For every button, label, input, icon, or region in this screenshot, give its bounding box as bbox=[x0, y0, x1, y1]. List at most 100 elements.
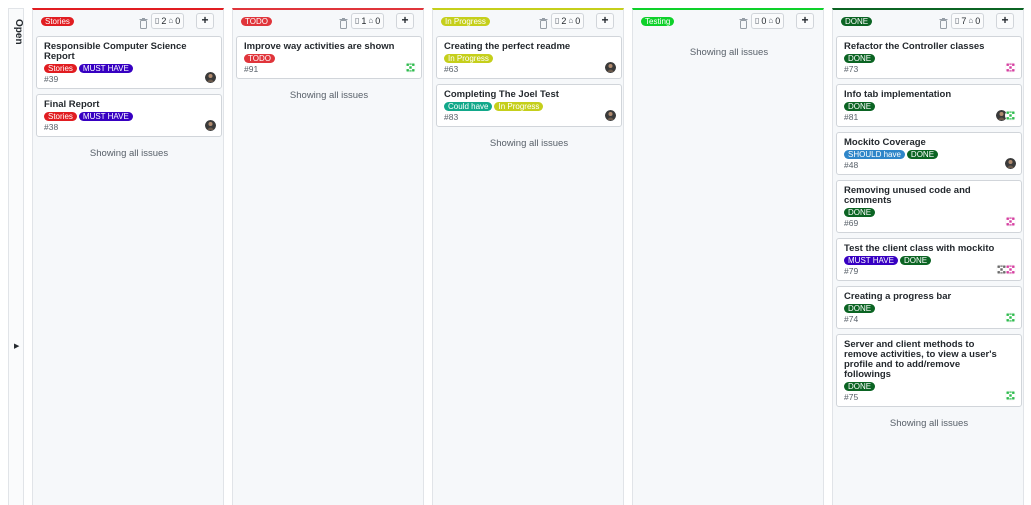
add-card-button[interactable]: + bbox=[996, 13, 1014, 29]
issue-count: 2 bbox=[561, 16, 567, 26]
issue-number: #81 bbox=[844, 112, 859, 122]
add-card-button[interactable]: + bbox=[596, 13, 614, 29]
issue-card[interactable]: Completing The Joel Test Could have In Pro… bbox=[436, 84, 622, 127]
assignee-avatars[interactable] bbox=[996, 264, 1016, 275]
assignee-avatars[interactable] bbox=[405, 62, 416, 73]
plus-icon: + bbox=[1001, 13, 1009, 27]
trash-icon[interactable] bbox=[339, 16, 348, 29]
issue-number: #38 bbox=[44, 122, 59, 132]
card-list: Improve way activities are shown TODO #91 S… bbox=[236, 36, 422, 101]
board-column: TODO ▯ 1 ⌂ 0 + Improve way activities are show… bbox=[232, 8, 424, 505]
column-counts: ▯ 2 ⌂ 0 bbox=[551, 13, 585, 29]
card-list: Responsible Computer Science Report Stori… bbox=[36, 36, 222, 159]
issue-title[interactable]: Mockito Coverage bbox=[844, 138, 1014, 148]
issue-label[interactable]: SHOULD have bbox=[844, 150, 905, 159]
showing-all-issues-text: Showing all issues bbox=[489, 138, 569, 149]
issue-title[interactable]: Test the client class with mockito bbox=[844, 244, 1014, 254]
issue-number: #75 bbox=[844, 392, 859, 402]
issue-card[interactable]: Creating a progress bar DONE #74 bbox=[836, 286, 1022, 329]
column-name-label: Stories bbox=[41, 17, 74, 26]
issue-label[interactable]: TODO bbox=[244, 54, 275, 63]
trash-icon[interactable] bbox=[139, 16, 148, 29]
assignee-avatars[interactable] bbox=[605, 110, 616, 121]
issue-card[interactable]: Creating the perfect readme In Progress #6… bbox=[436, 36, 622, 79]
issue-title[interactable]: Responsible Computer Science Report bbox=[44, 42, 214, 62]
issue-card[interactable]: Responsible Computer Science Report Stori… bbox=[36, 36, 222, 89]
issue-number: #74 bbox=[844, 314, 859, 324]
trash-icon[interactable] bbox=[939, 16, 948, 29]
issue-card[interactable]: Info tab implementation DONE #81 bbox=[836, 84, 1022, 127]
issue-title[interactable]: Completing The Joel Test bbox=[444, 90, 614, 100]
issue-labels: Could have In Progress bbox=[444, 102, 614, 111]
assignee-avatars[interactable] bbox=[205, 120, 216, 131]
assignee-avatars[interactable] bbox=[1005, 158, 1016, 169]
add-card-button[interactable]: + bbox=[396, 13, 414, 29]
issue-label[interactable]: MUST HAVE bbox=[844, 256, 898, 265]
assignee-avatars[interactable] bbox=[1005, 390, 1016, 401]
user-avatar-icon bbox=[605, 62, 616, 73]
issue-label[interactable]: DONE bbox=[844, 54, 876, 63]
trash-icon[interactable] bbox=[539, 16, 548, 29]
column-name-label: Testing bbox=[641, 17, 675, 26]
issue-count: 0 bbox=[761, 16, 767, 26]
issue-title[interactable]: Removing unused code and comments bbox=[844, 186, 1014, 206]
issue-number: #79 bbox=[844, 266, 859, 276]
board-column: DONE ▯ 7 ⌂ 0 + Refactor the Controller classes… bbox=[832, 8, 1024, 505]
issue-card[interactable]: Server and client methods to remove acti… bbox=[836, 334, 1022, 407]
issue-labels: Stories MUST HAVE bbox=[44, 112, 214, 121]
issue-title[interactable]: Final Report bbox=[44, 100, 214, 110]
issue-title[interactable]: Refactor the Controller classes bbox=[844, 42, 1014, 52]
issue-card[interactable]: Mockito Coverage SHOULD have DONE #48 bbox=[836, 132, 1022, 175]
issue-card[interactable]: Refactor the Controller classes DONE #73 bbox=[836, 36, 1022, 79]
issue-label[interactable]: Stories bbox=[44, 64, 77, 73]
issue-label[interactable]: DONE bbox=[844, 382, 876, 391]
issue-number: #63 bbox=[444, 64, 459, 74]
issue-title[interactable]: Improve way activities are shown bbox=[244, 42, 414, 52]
issue-card[interactable]: Removing unused code and comments DONE #69 bbox=[836, 180, 1022, 233]
assignee-avatars[interactable] bbox=[1005, 216, 1016, 227]
issue-label[interactable]: DONE bbox=[844, 208, 876, 217]
assignee-avatars[interactable] bbox=[605, 62, 616, 73]
issue-label[interactable]: DONE bbox=[844, 102, 876, 111]
issue-title[interactable]: Creating a progress bar bbox=[844, 292, 1014, 302]
caret-right-icon[interactable]: ▶ bbox=[14, 342, 19, 350]
issue-label[interactable]: Stories bbox=[44, 112, 77, 121]
issue-labels: Stories MUST HAVE bbox=[44, 64, 214, 73]
add-card-button[interactable]: + bbox=[196, 13, 214, 29]
issue-label[interactable]: In Progress bbox=[494, 102, 544, 111]
issue-title[interactable]: Server and client methods to remove acti… bbox=[844, 340, 1014, 380]
issue-label[interactable]: DONE bbox=[844, 304, 876, 313]
issue-label[interactable]: DONE bbox=[906, 150, 939, 159]
issue-count-icon: ▯ bbox=[155, 16, 160, 25]
issue-label[interactable]: Could have bbox=[444, 102, 493, 111]
note-count-icon: ⌂ bbox=[768, 16, 774, 25]
column-counts: ▯ 7 ⌂ 0 bbox=[951, 13, 985, 29]
issue-title[interactable]: Info tab implementation bbox=[844, 90, 1014, 100]
assignee-avatars[interactable] bbox=[205, 72, 216, 83]
issue-title[interactable]: Creating the perfect readme bbox=[444, 42, 614, 52]
note-count-icon: ⌂ bbox=[568, 16, 574, 25]
issue-card[interactable]: Test the client class with mockito MUST H… bbox=[836, 238, 1022, 281]
trash-icon[interactable] bbox=[739, 16, 748, 29]
issue-card[interactable]: Improve way activities are shown TODO #91 bbox=[236, 36, 422, 79]
sidebar-toggle[interactable]: Open ▶ bbox=[8, 8, 24, 505]
issue-card[interactable]: Final Report Stories MUST HAVE #38 bbox=[36, 94, 222, 137]
issue-label[interactable]: DONE bbox=[899, 256, 932, 265]
issue-label[interactable]: In Progress bbox=[444, 54, 493, 63]
issue-number: #83 bbox=[444, 112, 459, 122]
assignee-avatars[interactable] bbox=[996, 110, 1016, 121]
column-counts: ▯ 0 ⌂ 0 bbox=[751, 13, 785, 29]
column-name-label: DONE bbox=[841, 17, 873, 26]
assignee-avatars[interactable] bbox=[1005, 62, 1016, 73]
showing-all-issues-text: Showing all issues bbox=[289, 90, 369, 101]
add-card-button[interactable]: + bbox=[796, 13, 814, 29]
issue-label[interactable]: MUST HAVE bbox=[78, 64, 133, 73]
assignee-avatars[interactable] bbox=[1005, 312, 1016, 323]
issue-label[interactable]: MUST HAVE bbox=[78, 112, 133, 121]
board-column: Testing ▯ 0 ⌂ 0 + Showing all issues bbox=[632, 8, 824, 505]
plus-icon: + bbox=[601, 13, 609, 27]
column-counts: ▯ 1 ⌂ 0 bbox=[351, 13, 385, 29]
note-count: 0 bbox=[575, 16, 581, 26]
plus-icon: + bbox=[801, 13, 809, 27]
identicon-avatar-icon bbox=[405, 62, 416, 73]
